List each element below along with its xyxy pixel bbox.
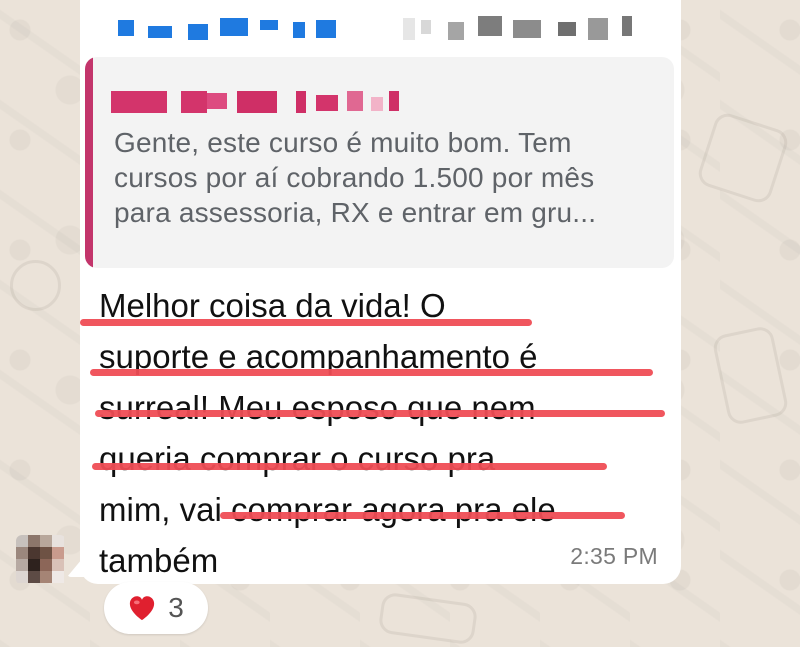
highlight-underline [220, 512, 625, 519]
wallpaper-doodle [377, 591, 479, 646]
quoted-text-line: para assessoria, RX e entrar em gru... [114, 197, 597, 228]
quoted-author-redacted [111, 87, 411, 113]
highlight-underline [95, 410, 665, 417]
message-line: surreal! Meu esposo que nem [99, 389, 536, 426]
wallpaper-doodle [10, 260, 61, 311]
highlight-underline [92, 463, 607, 470]
heart-icon [130, 596, 155, 621]
quote-accent-bar [85, 57, 93, 268]
message-line: mim, vai comprar agora pra ele [99, 491, 556, 528]
highlight-underline [90, 369, 653, 376]
sender-name-redacted [118, 10, 658, 42]
wallpaper-doodle [711, 324, 790, 427]
quoted-text-line: Gente, este curso é muito bom. Tem [114, 127, 572, 158]
reaction-pill[interactable]: 3 [104, 582, 208, 634]
quoted-text-line: cursos por aí cobrando 1.500 por mês [114, 162, 595, 193]
quoted-message[interactable]: Gente, este curso é muito bom. Tem curso… [85, 57, 674, 268]
highlight-underline [80, 319, 532, 326]
sender-avatar[interactable] [16, 535, 66, 585]
quoted-message-text: Gente, este curso é muito bom. Tem curso… [114, 125, 659, 230]
wallpaper-doodle [695, 110, 791, 206]
message-timestamp: 2:35 PM [570, 543, 658, 569]
message-line: queria comprar o curso pra [99, 440, 496, 477]
reaction-count: 3 [168, 592, 184, 623]
